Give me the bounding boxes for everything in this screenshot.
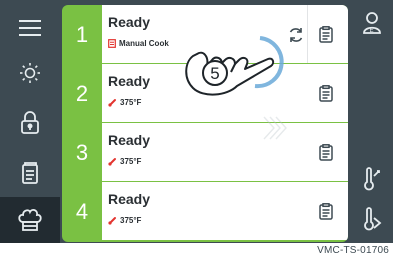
recipe-card-icon (319, 202, 333, 220)
cook-mode-button[interactable] (0, 197, 60, 243)
zone-detail-text: Manual Cook (119, 39, 169, 48)
zone-number: 3 (75, 139, 89, 165)
brightness-icon (20, 63, 40, 83)
recipe-card-icon (319, 25, 333, 43)
user-profile-icon: E (362, 12, 381, 34)
zone-detail: 375°F (108, 98, 141, 107)
svg-text:E: E (369, 28, 373, 34)
zone-detail: 375°F (108, 157, 141, 166)
probe-temp-button[interactable] (350, 160, 393, 200)
callout-number: 5 (210, 64, 219, 83)
zone-detail: 375°F (108, 216, 141, 225)
recipes-button[interactable] (0, 150, 60, 196)
screen: E 1 Ready Manual Cook 2 Ready 375°F 3 Re… (0, 0, 393, 260)
separator (307, 5, 308, 63)
manual-cook-icon (108, 39, 116, 48)
zone-number: 2 (75, 80, 89, 106)
zone-card[interactable]: Ready 375°F (102, 123, 348, 181)
zone-card[interactable]: Ready 375°F (102, 182, 348, 240)
figure-caption: VMC-TS-01706 (317, 245, 389, 256)
zone-detail: Manual Cook (108, 39, 169, 48)
recipe-button[interactable] (316, 199, 336, 223)
recipe-card-icon (319, 84, 333, 102)
probe-icon (363, 207, 381, 231)
zone-number: 4 (75, 198, 89, 224)
probe-button[interactable] (350, 200, 393, 240)
zone-status: Ready (108, 132, 151, 148)
recipe-book-icon (22, 162, 38, 184)
thermometer-icon (108, 99, 116, 107)
chef-hat-icon (18, 208, 42, 231)
thermometer-icon (108, 158, 116, 166)
recipe-button[interactable] (316, 140, 336, 164)
zone-detail-text: 375°F (120, 216, 142, 225)
zone-row-4[interactable]: 4 Ready 375°F (62, 182, 348, 241)
user-profile-button[interactable]: E (350, 3, 393, 43)
right-rail: E (350, 0, 393, 243)
recipe-button[interactable] (316, 81, 336, 105)
thermometer-icon (108, 217, 116, 225)
zone-status: Ready (108, 73, 151, 89)
zone-status: Ready (108, 191, 151, 207)
chevrons-watermark-icon (263, 116, 287, 140)
menu-button[interactable] (0, 5, 60, 51)
zone-detail-text: 375°F (120, 157, 142, 166)
recipe-card-icon (319, 143, 333, 161)
recipe-button[interactable] (316, 22, 336, 46)
zone-status: Ready (108, 14, 151, 30)
left-rail (0, 0, 60, 243)
lock-button[interactable] (0, 100, 60, 146)
lock-icon (21, 111, 39, 134)
zone-row-3[interactable]: 3 Ready 375°F (62, 123, 348, 182)
tap-callout: 5 (185, 36, 284, 96)
menu-icon (19, 20, 41, 36)
zone-number: 1 (75, 21, 89, 47)
brightness-button[interactable] (0, 50, 60, 96)
zone-detail-text: 375°F (120, 98, 142, 107)
pointing-hand-icon (185, 51, 275, 96)
probe-temp-icon (363, 167, 380, 191)
